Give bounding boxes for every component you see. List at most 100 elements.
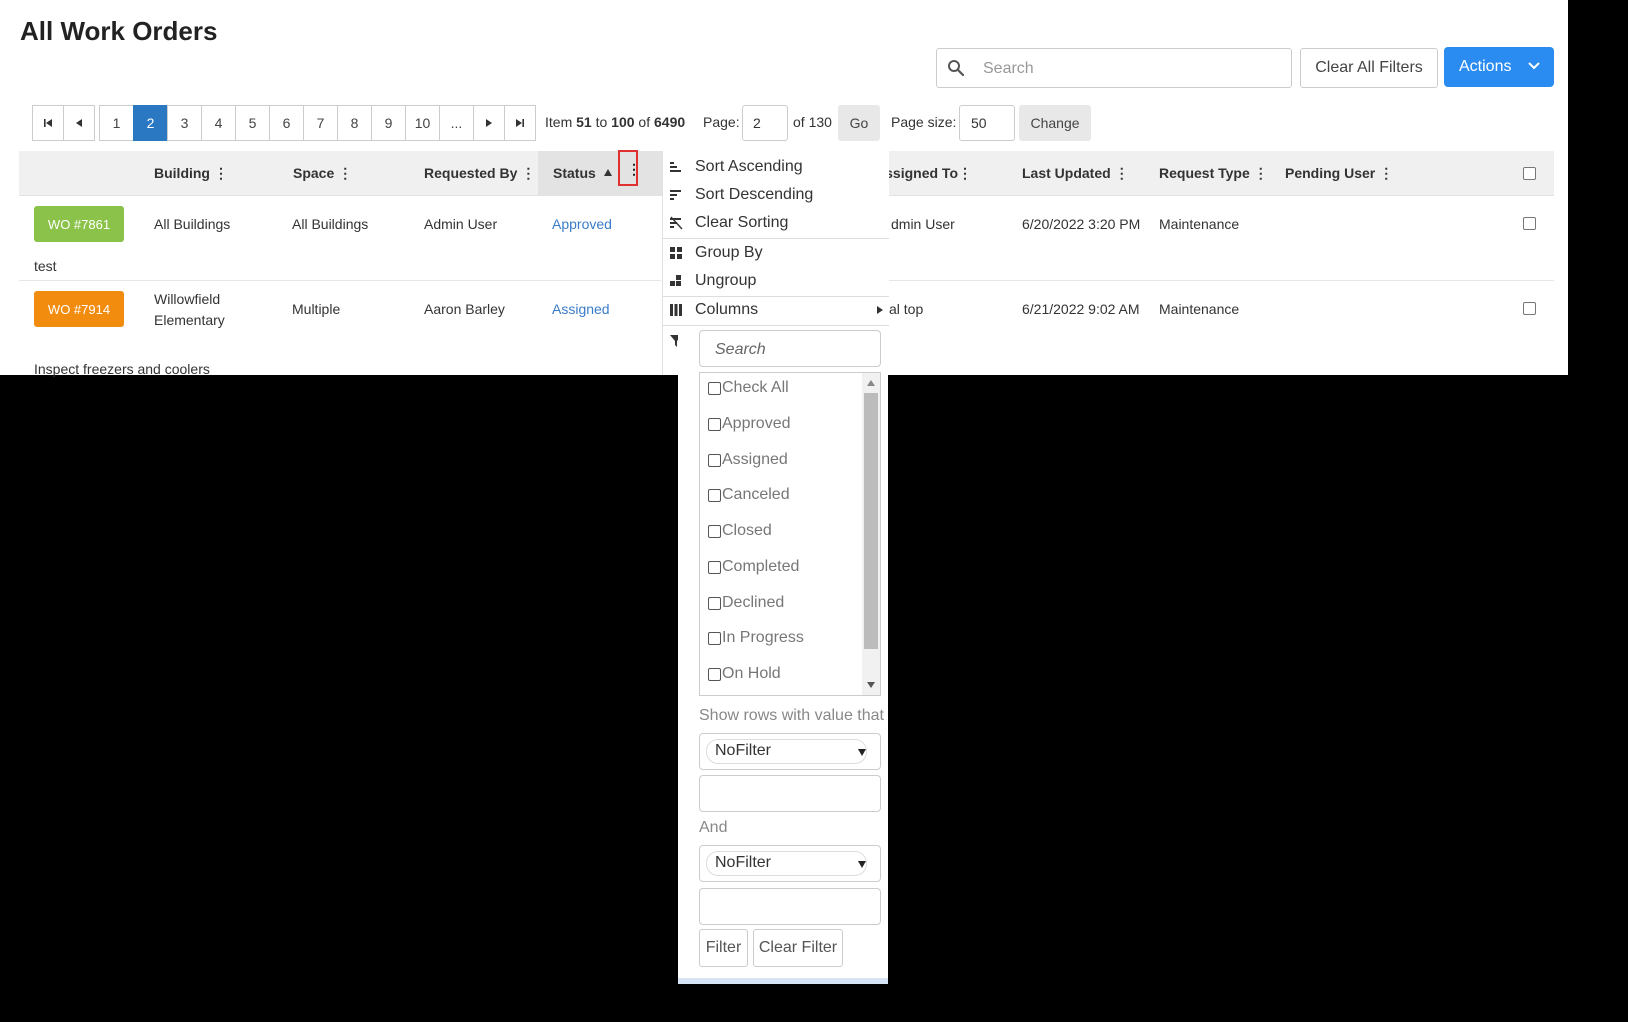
menu-sort-descending[interactable]: Sort Descending — [663, 181, 889, 209]
menu-group-by[interactable]: Group By — [663, 239, 889, 267]
page-button-1[interactable]: 1 — [99, 105, 134, 141]
page-button-3[interactable]: 3 — [167, 105, 202, 141]
column-header-building[interactable]: Building ⋮ — [154, 165, 228, 182]
checkbox[interactable] — [708, 488, 721, 502]
column-menu-icon[interactable]: ⋮ — [1379, 165, 1393, 182]
filter-option-declined[interactable]: Declined — [708, 594, 784, 612]
column-label-last-updated: Last Updated — [1022, 165, 1111, 181]
column-header-assigned-to[interactable]: ⋮Assigned To — [886, 165, 976, 182]
filter-option-canceled[interactable]: Canceled — [708, 486, 790, 504]
filter-value-list[interactable]: Check All Approved Assigned Canceled Clo… — [699, 372, 881, 696]
menu-label: Ungroup — [695, 272, 757, 289]
select-all-checkbox[interactable] — [1523, 167, 1536, 180]
clear-filter-button[interactable]: Clear Filter — [753, 929, 843, 967]
filter-option-check-all[interactable]: Check All — [708, 379, 789, 397]
checkbox[interactable] — [708, 453, 721, 467]
checkbox[interactable] — [708, 667, 721, 681]
dropdown-caret-icon — [858, 749, 866, 756]
page-button-more[interactable]: ... — [439, 105, 474, 141]
page-button-10[interactable]: 10 — [405, 105, 440, 141]
filter-panel: Check All Approved Assigned Canceled Clo… — [678, 330, 888, 984]
next-page-button[interactable] — [473, 105, 505, 141]
filter-option-label: Check All — [722, 379, 789, 396]
filter-operator-2-value: NoFilter — [715, 854, 772, 871]
page-button-2[interactable]: 2 — [133, 105, 168, 141]
filter-value-2-input[interactable] — [699, 888, 881, 925]
scroll-up-icon[interactable] — [867, 380, 875, 386]
page-number-input[interactable] — [742, 105, 788, 141]
filter-list-scrollbar[interactable] — [862, 373, 880, 695]
clear-all-filters-button[interactable]: Clear All Filters — [1300, 48, 1438, 88]
filter-value-1-input[interactable] — [699, 775, 881, 812]
column-menu-icon[interactable]: ⋮ — [1115, 165, 1129, 182]
column-header-status[interactable]: Status — [553, 165, 596, 181]
filter-operator-1-value: NoFilter — [715, 742, 772, 759]
clear-sorting-icon — [670, 216, 683, 230]
filter-option-approved[interactable]: Approved — [708, 415, 791, 433]
row-checkbox[interactable] — [1523, 302, 1536, 315]
checkbox[interactable] — [708, 596, 721, 610]
first-page-button[interactable] — [32, 105, 64, 141]
actions-button[interactable]: Actions — [1444, 47, 1554, 87]
go-button[interactable]: Go — [838, 105, 880, 141]
checkbox[interactable] — [708, 631, 721, 645]
filter-option-label: Canceled — [722, 486, 790, 503]
menu-clear-sorting[interactable]: Clear Sorting — [663, 209, 889, 237]
checkbox[interactable] — [708, 417, 721, 431]
page-title: All Work Orders — [20, 16, 218, 46]
pagination: 1 2 3 4 5 6 7 8 9 10 ... — [32, 105, 536, 141]
filter-logic-label: And — [699, 819, 728, 836]
page-button-4[interactable]: 4 — [201, 105, 236, 141]
menu-sort-ascending[interactable]: Sort Ascending — [663, 153, 889, 181]
status-column-menu-button[interactable]: ⋮ — [618, 150, 641, 186]
column-header-space[interactable]: Space ⋮ — [293, 165, 352, 182]
page-button-6[interactable]: 6 — [269, 105, 304, 141]
scroll-down-icon[interactable] — [867, 682, 875, 688]
menu-columns[interactable]: Columns — [663, 296, 889, 324]
checkbox[interactable] — [708, 381, 721, 395]
filter-option-on-hold[interactable]: On Hold — [708, 665, 781, 683]
filter-operator-2[interactable]: NoFilter — [699, 845, 881, 882]
filter-option-assigned[interactable]: Assigned — [708, 451, 788, 469]
filter-option-closed[interactable]: Closed — [708, 522, 772, 540]
page-button-5[interactable]: 5 — [235, 105, 270, 141]
cell-status[interactable]: Approved — [552, 216, 612, 232]
work-order-badge[interactable]: WO #7914 — [34, 291, 124, 327]
checkbox[interactable] — [708, 560, 721, 574]
cell-status[interactable]: Assigned — [552, 301, 610, 317]
column-header-last-updated[interactable]: Last Updated ⋮ — [1022, 165, 1129, 182]
column-header-request-type[interactable]: Request Type ⋮ — [1159, 165, 1268, 182]
row-checkbox[interactable] — [1523, 217, 1536, 230]
page-button-9[interactable]: 9 — [371, 105, 406, 141]
filter-search-input[interactable] — [713, 339, 867, 361]
column-menu-icon[interactable]: ⋮ — [1254, 165, 1268, 182]
column-menu-icon[interactable]: ⋮ — [521, 165, 535, 182]
filter-search[interactable] — [699, 330, 881, 367]
filter-option-completed[interactable]: Completed — [708, 558, 799, 576]
checkbox[interactable] — [708, 524, 721, 538]
prev-page-button[interactable] — [63, 105, 95, 141]
column-header-requested-by[interactable]: Requested By ⋮ — [424, 165, 535, 182]
work-order-badge[interactable]: WO #7861 — [34, 206, 124, 242]
change-page-size-button[interactable]: Change — [1019, 105, 1091, 141]
scrollbar-thumb[interactable] — [864, 393, 878, 649]
page-size-input[interactable] — [959, 105, 1015, 141]
column-menu-icon[interactable]: ⋮ — [214, 165, 228, 182]
filter-button[interactable]: Filter — [699, 929, 748, 967]
filter-operator-1[interactable]: NoFilter — [699, 733, 881, 770]
menu-ungroup[interactable]: Ungroup — [663, 267, 889, 295]
last-page-button[interactable] — [504, 105, 536, 141]
page-button-8[interactable]: 8 — [337, 105, 372, 141]
grid-search[interactable] — [936, 48, 1292, 88]
column-menu-icon[interactable]: ⋮ — [958, 165, 972, 182]
cell-requested-by: Aaron Barley — [424, 301, 505, 317]
filter-option-in-progress[interactable]: In Progress — [708, 629, 804, 647]
last-page-icon — [516, 119, 524, 127]
menu-label: Sort Descending — [695, 186, 814, 203]
cell-requested-by: Admin User — [424, 216, 498, 232]
actions-label: Actions — [1459, 58, 1512, 75]
search-input[interactable] — [981, 57, 1285, 81]
column-menu-icon[interactable]: ⋮ — [338, 165, 352, 182]
page-button-7[interactable]: 7 — [303, 105, 338, 141]
column-header-pending-user[interactable]: Pending User ⋮ — [1285, 165, 1393, 182]
